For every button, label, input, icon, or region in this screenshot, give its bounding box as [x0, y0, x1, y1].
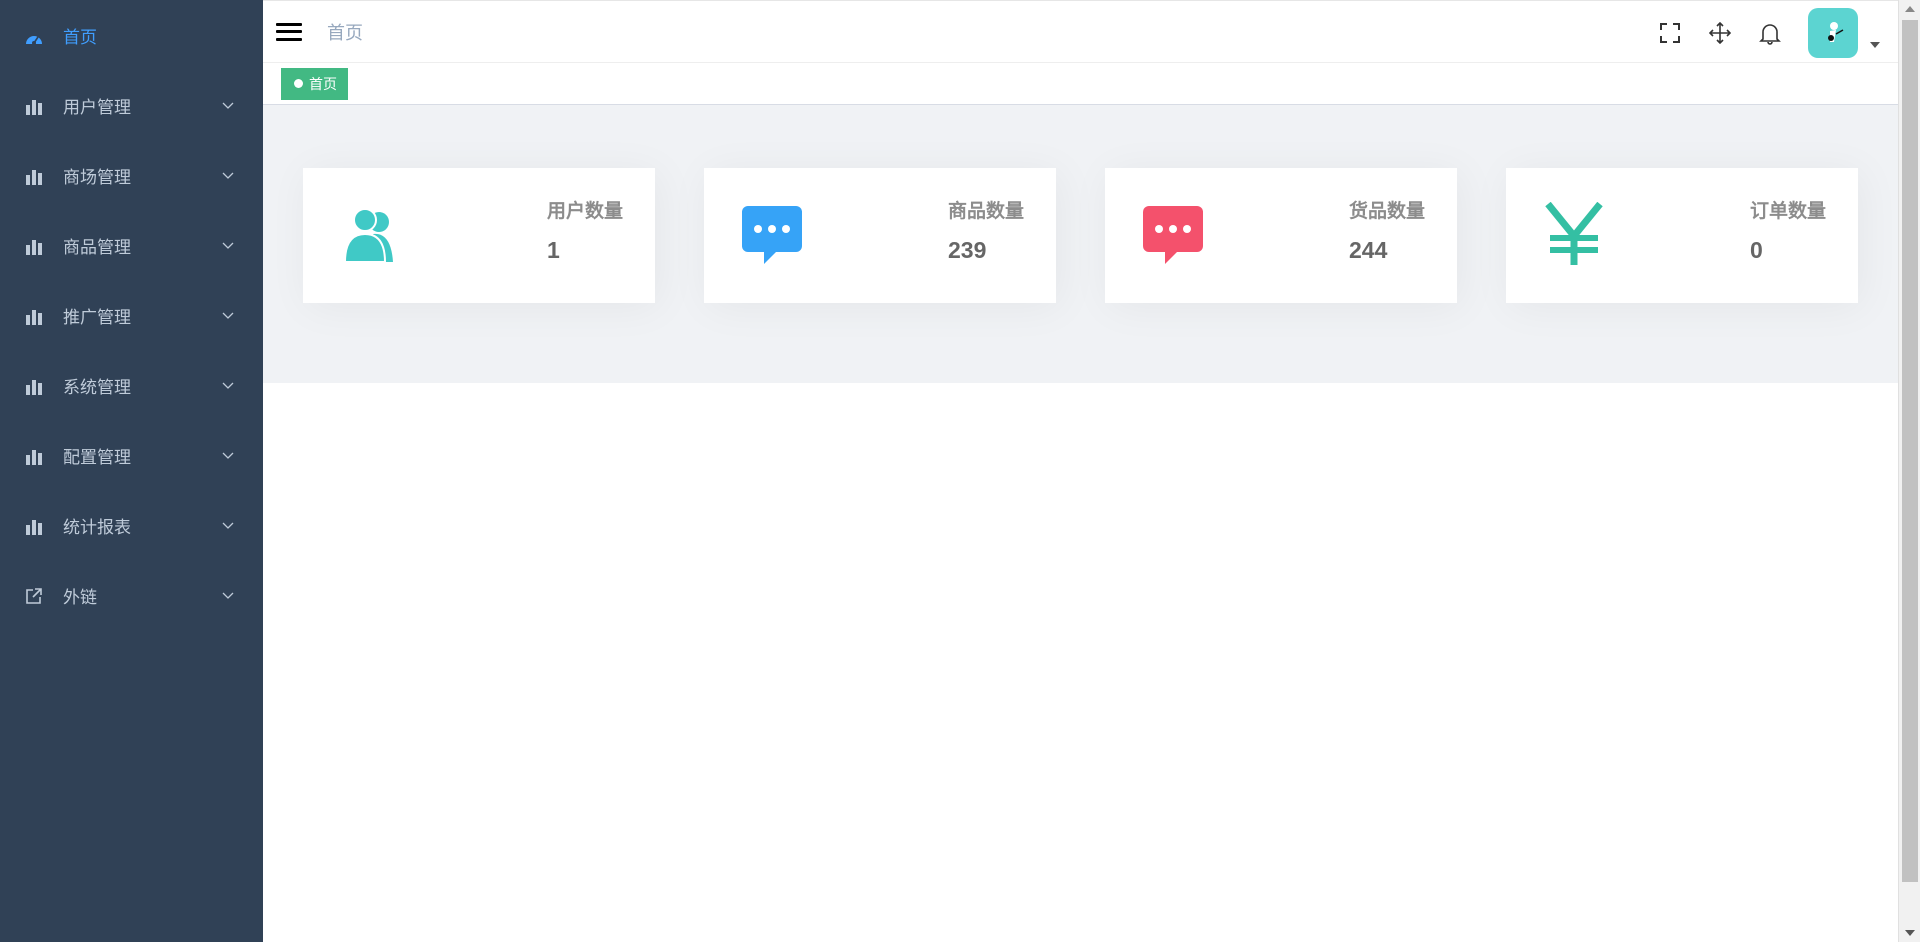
vertical-scrollbar[interactable] [1898, 0, 1920, 942]
tag-home[interactable]: 首页 [281, 67, 348, 100]
sidebar-item-config-management[interactable]: 配置管理 [0, 420, 263, 490]
card-label: 订单数量 [1749, 201, 1826, 222]
card-value: 1 [546, 237, 560, 263]
navbar: 首页 [263, 0, 1898, 63]
card-goods[interactable]: 商品数量 239 [704, 168, 1056, 303]
chart-icon [24, 375, 44, 395]
sidebar-item-label: 商品管理 [63, 237, 131, 257]
sidebar-item-system-management[interactable]: 系统管理 [0, 350, 263, 420]
message-icon [740, 202, 804, 266]
chevron-down-icon [222, 242, 234, 249]
card-value: 0 [1749, 237, 1763, 263]
chevron-down-icon [222, 452, 234, 459]
card-label: 商品数量 [947, 201, 1024, 222]
tag-label: 首页 [309, 75, 337, 92]
sidebar-item-label: 推广管理 [63, 307, 131, 327]
card-label: 货品数量 [1348, 201, 1425, 222]
app: 首页 用户管理 商场管理 商品管理 推广管理 系统管理 配置管理 统计报表 外链… [0, 0, 1920, 942]
sidebar-item-external-link[interactable]: 外链 [0, 560, 263, 630]
yen-icon [1542, 202, 1606, 266]
sidebar-item-home[interactable]: 首页 [0, 0, 263, 70]
chevron-down-icon [222, 522, 234, 529]
sidebar-item-label: 统计报表 [63, 517, 131, 537]
dashboard-icon [24, 25, 44, 45]
card-value: 244 [1348, 237, 1388, 263]
breadcrumb[interactable]: 首页 [327, 19, 363, 45]
scrollbar-thumb[interactable] [1902, 20, 1918, 882]
chart-icon [24, 95, 44, 115]
chevron-down-icon [222, 312, 234, 319]
sidebar-item-label: 商场管理 [63, 167, 131, 187]
hamburger-icon[interactable] [276, 21, 302, 43]
sidebar-item-statistics[interactable]: 统计报表 [0, 490, 263, 560]
card-label: 用户数量 [546, 201, 623, 222]
chevron-down-icon [222, 102, 234, 109]
chart-icon [24, 515, 44, 535]
chevron-down-icon [222, 172, 234, 179]
avatar[interactable] [1808, 7, 1858, 58]
external-link-icon [24, 585, 44, 605]
navbar-tools [1645, 1, 1898, 64]
sidebar-item-label: 首页 [63, 27, 97, 47]
chevron-down-icon [222, 382, 234, 389]
sidebar-item-label: 系统管理 [63, 377, 131, 397]
sidebar-item-label: 配置管理 [63, 447, 131, 467]
card-products[interactable]: 货品数量 244 [1105, 168, 1457, 303]
card-users[interactable]: 用户数量 1 [303, 168, 655, 303]
chevron-down-icon [222, 592, 234, 599]
tags-view: 首页 [263, 63, 1898, 105]
users-icon [339, 202, 403, 266]
chart-icon [24, 305, 44, 325]
chart-icon [24, 235, 44, 255]
active-dot-icon [294, 79, 303, 88]
message-icon [1141, 202, 1205, 266]
sidebar-item-label: 用户管理 [63, 97, 131, 117]
size-move-icon[interactable] [1695, 13, 1745, 53]
fullscreen-icon[interactable] [1645, 13, 1695, 53]
scroll-up-arrow-icon[interactable] [1905, 6, 1915, 12]
scroll-down-arrow-icon[interactable] [1905, 930, 1915, 936]
sidebar-item-user-management[interactable]: 用户管理 [0, 70, 263, 140]
caret-down-icon[interactable] [1870, 41, 1880, 48]
main-container: 首页 首页 用户数量 1 商品数量 239 货品数量 244 订单数量 0 [263, 0, 1898, 942]
sidebar-item-label: 外链 [63, 587, 97, 607]
bell-icon[interactable] [1745, 13, 1795, 53]
sidebar-item-goods-management[interactable]: 商品管理 [0, 210, 263, 280]
card-orders[interactable]: 订单数量 0 [1506, 168, 1858, 303]
sidebar: 首页 用户管理 商场管理 商品管理 推广管理 系统管理 配置管理 统计报表 外链 [0, 0, 263, 942]
sidebar-item-mall-management[interactable]: 商场管理 [0, 140, 263, 210]
dashboard-panel-group: 用户数量 1 商品数量 239 货品数量 244 订单数量 0 [263, 105, 1898, 383]
chart-icon [24, 445, 44, 465]
card-value: 239 [947, 237, 987, 263]
sidebar-item-promotion-management[interactable]: 推广管理 [0, 280, 263, 350]
chart-icon [24, 165, 44, 185]
